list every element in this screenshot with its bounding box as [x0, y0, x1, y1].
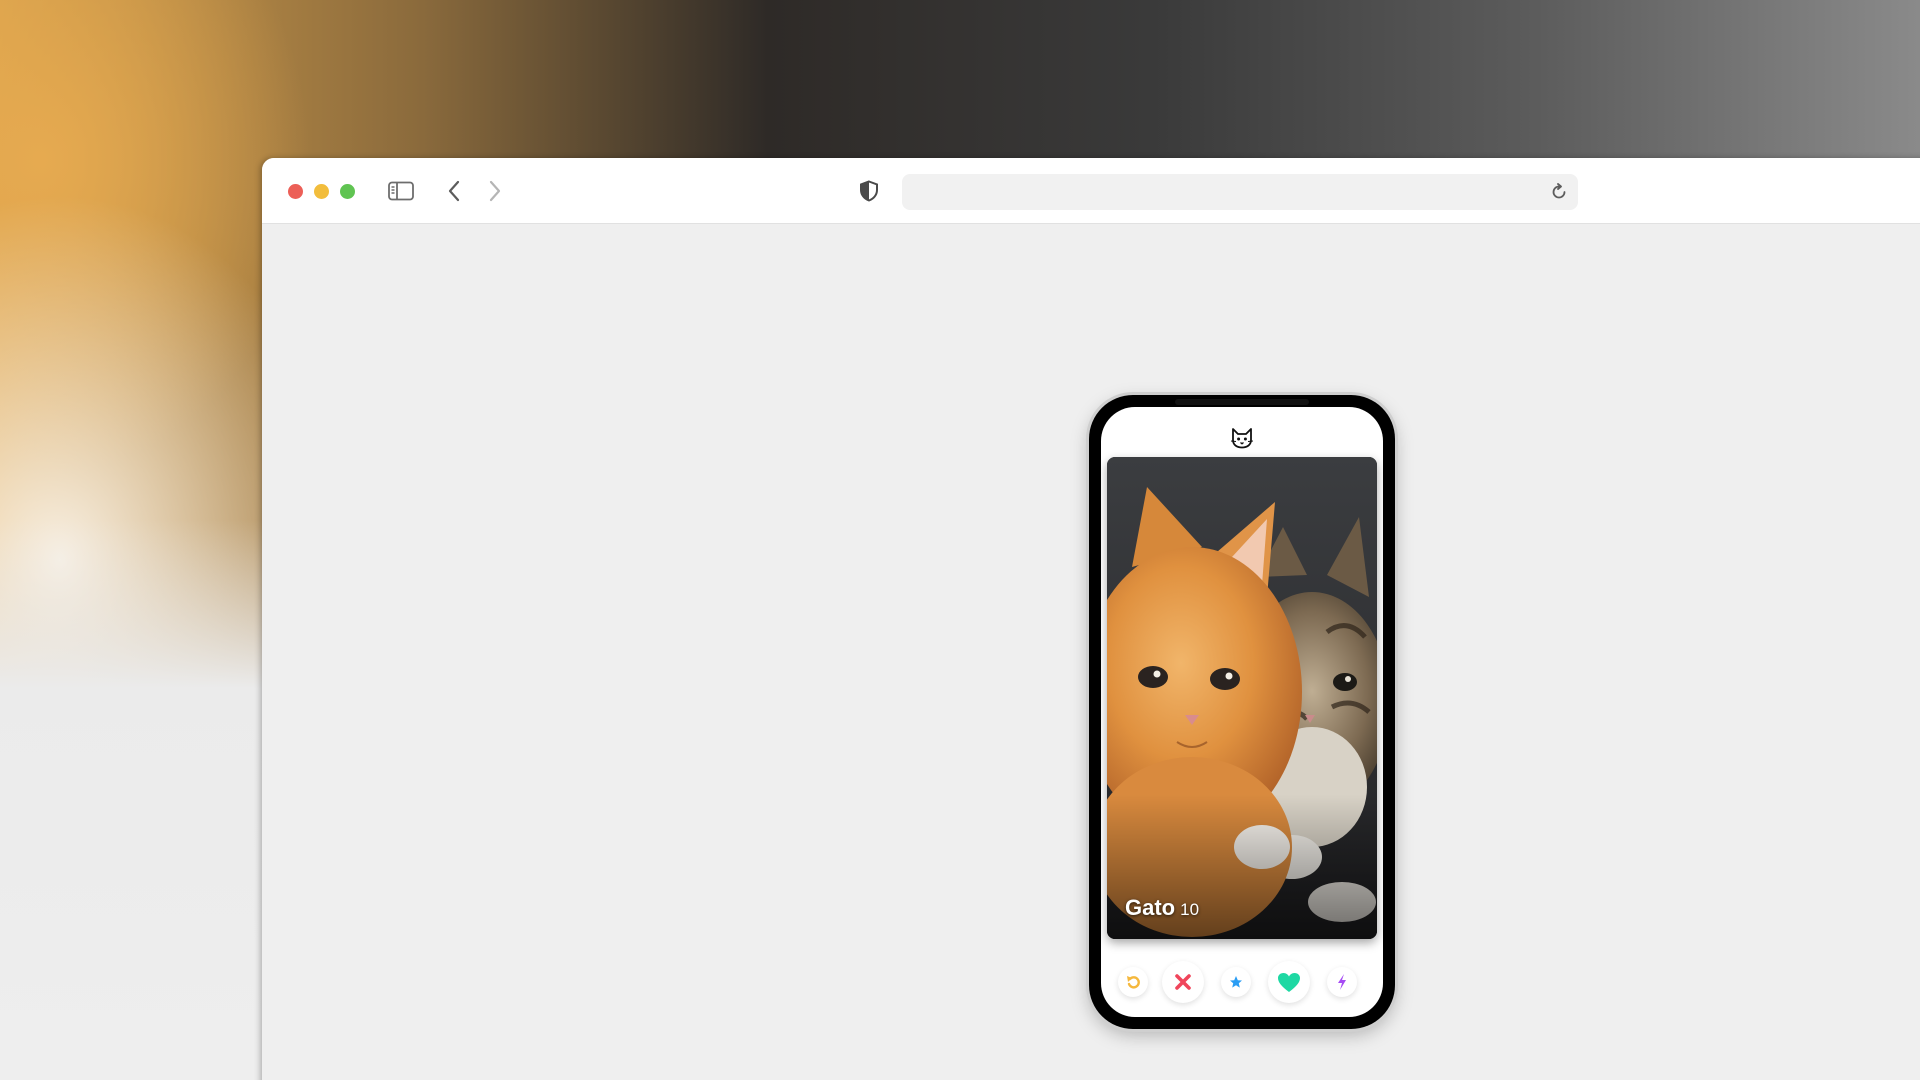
phone-screen: Gato 10: [1101, 407, 1383, 1017]
chevron-left-icon: [448, 180, 460, 202]
rewind-button[interactable]: [1118, 967, 1148, 997]
sidebar-toggle-button[interactable]: [386, 176, 416, 206]
super-like-button[interactable]: [1221, 967, 1251, 997]
window-minimize-button[interactable]: [314, 184, 329, 199]
forward-button[interactable]: [480, 176, 510, 206]
sidebar-icon: [388, 181, 414, 201]
like-button[interactable]: [1268, 961, 1310, 1003]
chevron-right-icon: [489, 180, 501, 202]
reload-button[interactable]: [1548, 181, 1570, 203]
window-maximize-button[interactable]: [340, 184, 355, 199]
desktop-wallpaper-lower: [0, 520, 262, 1080]
browser-window: Gato 10: [262, 158, 1920, 1080]
lightning-icon: [1338, 974, 1346, 990]
shield-icon: [860, 180, 878, 202]
close-icon: [1175, 974, 1191, 990]
kitten-photo: [1107, 457, 1377, 939]
star-icon: [1230, 976, 1242, 988]
app-logo[interactable]: [1229, 425, 1255, 451]
heart-icon: [1278, 972, 1300, 992]
profile-card[interactable]: Gato 10: [1107, 457, 1377, 939]
window-close-button[interactable]: [288, 184, 303, 199]
browser-toolbar: [262, 158, 1920, 224]
boost-button[interactable]: [1327, 967, 1357, 997]
reload-icon: [1552, 183, 1566, 199]
profile-age: 10: [1180, 900, 1200, 919]
action-bar: [1101, 955, 1383, 1009]
phone-notch: [1175, 399, 1309, 405]
phone-mockup: Gato 10: [1089, 395, 1395, 1029]
privacy-report-button[interactable]: [854, 176, 884, 206]
address-bar[interactable]: [902, 174, 1578, 210]
rewind-icon: [1127, 976, 1140, 989]
profile-name: Gato: [1125, 895, 1176, 920]
address-input[interactable]: [914, 174, 1514, 210]
nope-button[interactable]: [1162, 961, 1204, 1003]
cat-face-icon: [1230, 428, 1254, 449]
back-button[interactable]: [439, 176, 469, 206]
profile-caption: Gato 10: [1125, 895, 1199, 921]
